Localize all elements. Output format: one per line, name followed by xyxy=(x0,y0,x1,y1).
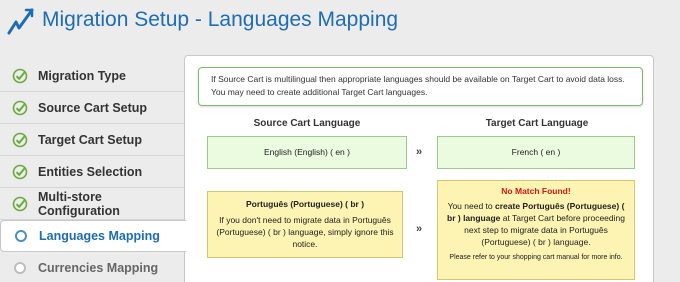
step-label: Languages Mapping xyxy=(39,229,160,243)
step-label: Target Cart Setup xyxy=(38,132,142,147)
migration-arrow-icon xyxy=(6,6,36,36)
multilingual-notice: If Source Cart is multilingual then appr… xyxy=(198,67,643,106)
notice-line-1: If Source Cart is multilingual then appr… xyxy=(211,74,625,84)
manual-reference-note: Please refer to your shopping cart manua… xyxy=(449,254,623,261)
steps-sidebar: Migration Type Source Cart Setup Target … xyxy=(0,60,186,282)
check-icon xyxy=(12,164,28,180)
languages-mapping-panel: If Source Cart is multilingual then appr… xyxy=(184,55,654,282)
check-icon xyxy=(12,196,28,212)
notice-line-2: You may need to create additional Target… xyxy=(211,87,428,97)
step-label: Migration Type xyxy=(38,68,126,83)
source-language-portuguese: Português (Portuguese) ( br ) If you don… xyxy=(207,191,403,258)
step-currencies-mapping[interactable]: Currencies Mapping xyxy=(0,252,185,282)
step-label: Currencies Mapping xyxy=(38,260,159,275)
source-language-note: If you don't need to migrate data in Por… xyxy=(216,215,394,249)
step-entities-selection[interactable]: Entities Selection xyxy=(0,156,185,188)
page-header: Migration Setup - Languages Mapping xyxy=(0,0,680,50)
current-step-icon xyxy=(13,228,29,244)
source-language-title: Português (Portuguese) ( br ) xyxy=(245,199,365,209)
step-label: Multi-store Configuration xyxy=(38,189,120,218)
target-language-french: French ( en ) xyxy=(437,136,635,169)
source-language-heading: Source Cart Language xyxy=(253,118,361,129)
mapping-arrow-icon: » xyxy=(416,223,423,235)
step-migration-type[interactable]: Migration Type xyxy=(0,60,185,92)
mapping-arrow-icon: » xyxy=(416,146,423,158)
target-language-missing: No Match Found! You need to create Portu… xyxy=(437,180,635,280)
step-languages-mapping[interactable]: Languages Mapping xyxy=(0,220,186,252)
check-icon xyxy=(12,68,28,84)
step-source-cart-setup[interactable]: Source Cart Setup xyxy=(0,92,185,124)
target-language-heading: Target Cart Language xyxy=(485,118,589,129)
no-match-status: No Match Found! xyxy=(501,186,571,196)
step-label: Source Cart Setup xyxy=(38,100,148,115)
missing-language-instructions: You need to create Português (Portuguese… xyxy=(446,200,626,248)
source-language-english: English (English) ( en ) xyxy=(207,136,407,169)
step-multi-store-configuration[interactable]: Multi-store Configuration xyxy=(0,188,185,220)
step-target-cart-setup[interactable]: Target Cart Setup xyxy=(0,124,185,156)
step-label: Entities Selection xyxy=(38,164,143,179)
pending-step-icon xyxy=(12,260,28,276)
check-icon xyxy=(12,132,28,148)
page-title: Migration Setup - Languages Mapping xyxy=(42,8,399,31)
check-icon xyxy=(12,100,28,116)
instructions-text: You need to xyxy=(447,201,495,211)
